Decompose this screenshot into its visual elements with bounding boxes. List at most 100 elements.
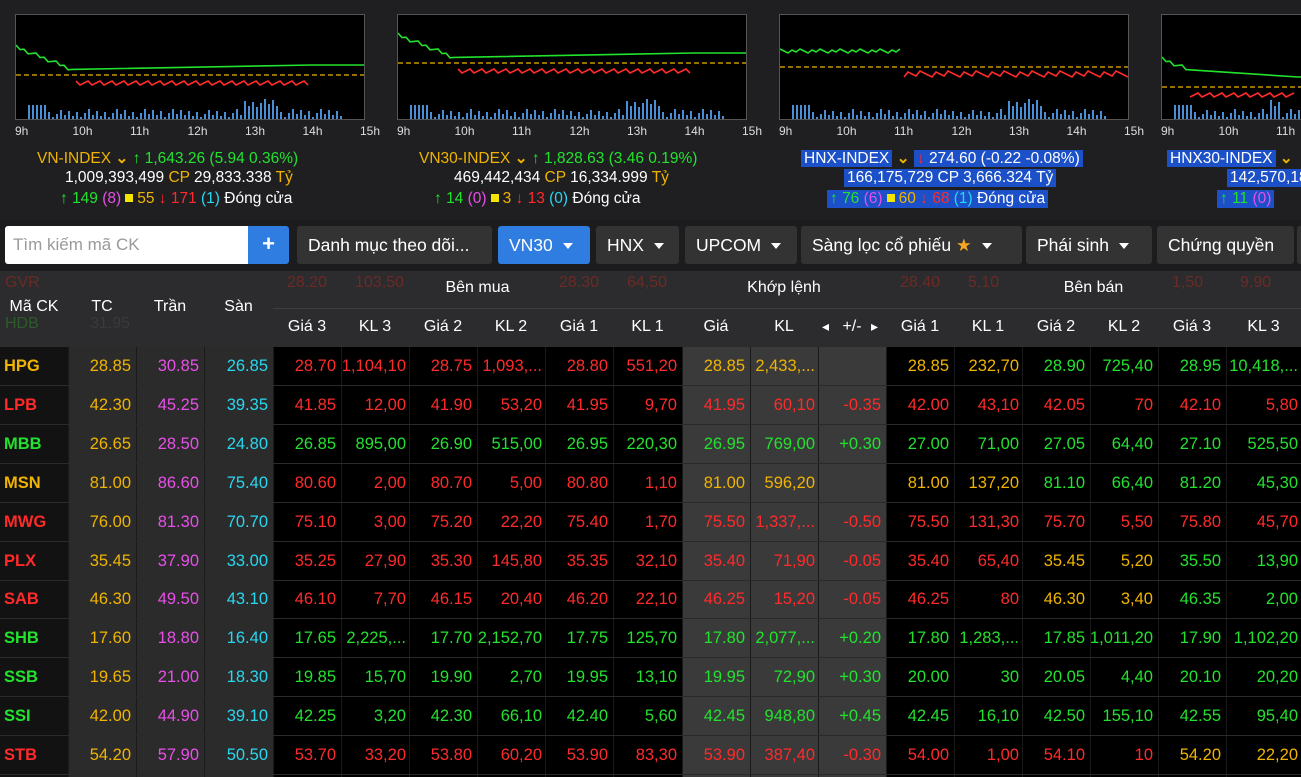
index-name[interactable]: VN-INDEX xyxy=(37,150,111,167)
table-row[interactable]: LPB 42.30 45.25 39.35 41.85 12,00 41.90 53,20 41… xyxy=(0,386,1301,425)
volume-bar xyxy=(490,117,492,119)
price-tc: 17.60 xyxy=(89,629,131,648)
index-value: 274.60 xyxy=(928,150,977,167)
cell-b3: 46.10 xyxy=(294,590,336,609)
intraday-chart[interactable] xyxy=(15,14,365,120)
volume-bar xyxy=(840,112,842,119)
volume-bar xyxy=(470,109,472,119)
index-panel-vn-index[interactable]: 9h 10h 11h 12h 13h 14h 15h VN-INDEX ⌄ ↑ 1,643.2… xyxy=(15,0,385,220)
volume-bar xyxy=(128,116,130,119)
stock-symbol[interactable]: SAB xyxy=(0,580,68,618)
stock-symbol[interactable]: STB xyxy=(0,736,68,774)
table-row[interactable]: MBB 26.65 28.50 24.80 26.85 895,00 26.90 515,00… xyxy=(0,425,1301,464)
price-san: 26.85 xyxy=(226,357,268,375)
table-row[interactable]: SHB 17.60 18.80 16.40 17.65 2,225,... 17.70 2,1… xyxy=(0,619,1301,659)
stock-symbol[interactable]: SSI xyxy=(0,697,68,735)
index-name[interactable]: HNX30-INDEX xyxy=(1167,150,1276,167)
volume-bar xyxy=(984,116,986,119)
stock-symbol[interactable]: HPG xyxy=(0,347,68,385)
tab-ch-ng-quy-n[interactable]: Chứng quyền xyxy=(1157,226,1294,264)
chevron-down-icon[interactable]: ⌄ xyxy=(892,150,914,167)
cell-k3: 2,00 xyxy=(373,473,406,492)
cell-s2: 54.10 xyxy=(1043,746,1085,764)
cell-q2: 155,10 xyxy=(1102,707,1153,726)
time-tick: 11h xyxy=(130,124,150,138)
volume-bar xyxy=(312,117,314,119)
tab-overflow[interactable] xyxy=(1297,226,1301,264)
index-change: (5.94 0.36%) xyxy=(209,150,299,167)
volume-bar xyxy=(184,115,186,119)
stock-symbol[interactable]: LPB xyxy=(0,386,68,424)
volume-bar xyxy=(690,111,692,119)
cell-q3: 10,418,... xyxy=(1229,357,1298,375)
volume-value: 166,175,729 xyxy=(847,169,934,186)
stock-symbol[interactable]: MWG xyxy=(0,503,68,541)
price-san: 50.50 xyxy=(226,746,268,764)
volume-bar xyxy=(228,117,230,119)
index-name[interactable]: HNX-INDEX xyxy=(801,150,893,167)
stock-symbol[interactable]: SSB xyxy=(0,658,68,696)
price-san: 18.30 xyxy=(226,668,268,687)
volume-bar xyxy=(566,115,568,119)
table-row[interactable]: SAB 46.30 49.50 43.10 46.10 7,70 46.15 20,40 46.… xyxy=(0,580,1301,620)
chevron-down-icon[interactable]: ⌄ xyxy=(111,150,133,167)
table-row[interactable]: MSN 81.00 86.60 75.40 80.60 2,00 80.70 5,00 80.8… xyxy=(0,464,1301,503)
table-row[interactable]: PLX 35.45 37.90 33.00 35.25 27,90 35.30 145,80 3… xyxy=(0,542,1301,581)
tab-hnx[interactable]: HNX xyxy=(596,226,679,264)
table-row[interactable]: STB 54.20 57.90 50.50 53.70 33,20 53.80 60,20 53… xyxy=(0,736,1301,775)
cell-b3: 26.85 xyxy=(294,434,336,453)
index-breadth: ↑ 11 (0) xyxy=(1217,190,1275,208)
volume-bar xyxy=(124,110,126,119)
volume-bar xyxy=(112,113,114,119)
intraday-chart[interactable] xyxy=(1161,14,1301,120)
decliners-count: 68 xyxy=(932,190,950,207)
volume-bar xyxy=(928,117,930,119)
volume-bar xyxy=(876,113,878,119)
volume-bar xyxy=(980,111,982,119)
tab-upcom[interactable]: UPCOM xyxy=(685,226,797,264)
index-panel-vn30-index[interactable]: 9h 10h 11h 12h 13h 14h 15h VN30-INDEX ⌄ ↑ 1,828… xyxy=(397,0,767,220)
stock-symbol[interactable]: PLX xyxy=(0,542,68,580)
chevron-down-icon[interactable]: ⌄ xyxy=(1276,150,1293,167)
header-kl-2-3: KL 2 xyxy=(494,318,528,335)
volume-bar xyxy=(104,112,106,119)
volume-bar xyxy=(996,113,998,119)
index-panel-hnx-index[interactable]: 9h 10h 11h 12h 13h 14h 15h HNX-INDEX ⌄ ↓ 274.60… xyxy=(779,0,1149,220)
volume-bar xyxy=(658,106,660,119)
price-tc: 35.45 xyxy=(89,551,131,570)
cell-q3: 1,102,20 xyxy=(1233,629,1298,648)
tab-label: Sàng lọc cổ phiếu xyxy=(812,235,952,255)
stock-symbol[interactable]: MBB xyxy=(0,425,68,463)
cell-q2: 10 xyxy=(1134,746,1153,764)
volume-bar xyxy=(316,113,318,119)
tab-ph-i-sinh[interactable]: Phái sinh xyxy=(1026,226,1152,264)
table-row[interactable]: SSB 19.65 21.00 18.30 19.85 15,70 19.90 2,70 19.… xyxy=(0,658,1301,698)
chevron-down-icon xyxy=(1119,243,1129,250)
header-gi-6: Giá xyxy=(703,318,729,335)
floor-count: (0) xyxy=(549,190,569,207)
volume-bar xyxy=(546,117,548,119)
stock-symbol[interactable]: SHB xyxy=(0,619,68,657)
intraday-chart[interactable] xyxy=(397,14,747,120)
tab-vn30[interactable]: VN30 xyxy=(498,226,590,264)
volume-bar xyxy=(100,116,102,119)
intraday-chart[interactable] xyxy=(779,14,1129,120)
index-name[interactable]: VN30-INDEX xyxy=(419,150,510,167)
tab-danh-m-c-theo-d-i[interactable]: Danh mục theo dõi... xyxy=(297,226,492,264)
add-symbol-button[interactable]: + xyxy=(248,226,289,264)
stock-symbol[interactable]: MSN xyxy=(0,464,68,502)
index-panel-hnx30-index[interactable]: 9h 10h 11h HNX30-INDEX ⌄ 142,570,18 ↑ 11 (0) xyxy=(1161,0,1301,220)
volume-bar xyxy=(60,110,62,119)
cell-ch: -0.05 xyxy=(843,551,881,570)
cell-s3: 42.10 xyxy=(1179,395,1221,414)
cell-b1: 80.80 xyxy=(566,473,608,492)
tab-s-ng-l-c-c-phi-u[interactable]: Sàng lọc cổ phiếu ★ xyxy=(801,226,1022,264)
chevron-down-icon[interactable]: ⌄ xyxy=(510,150,532,167)
unit-label: Tỷ xyxy=(275,169,293,186)
table-row[interactable]: SSI 42.00 44.90 39.10 42.25 3,20 42.30 66,10 42.… xyxy=(0,697,1301,737)
table-row[interactable]: MWG 76.00 81.30 70.70 75.10 3,00 75.20 22,20 75.… xyxy=(0,503,1301,542)
table-row[interactable]: HPG 28.85 30.85 26.85 28.70 1,104,10 28.75 1,09… xyxy=(0,347,1301,386)
search-input[interactable]: Tìm kiếm mã CK xyxy=(5,226,248,264)
chevron-right-icon[interactable]: ▸ xyxy=(871,318,878,335)
chevron-left-icon[interactable]: ◂ xyxy=(822,318,829,335)
